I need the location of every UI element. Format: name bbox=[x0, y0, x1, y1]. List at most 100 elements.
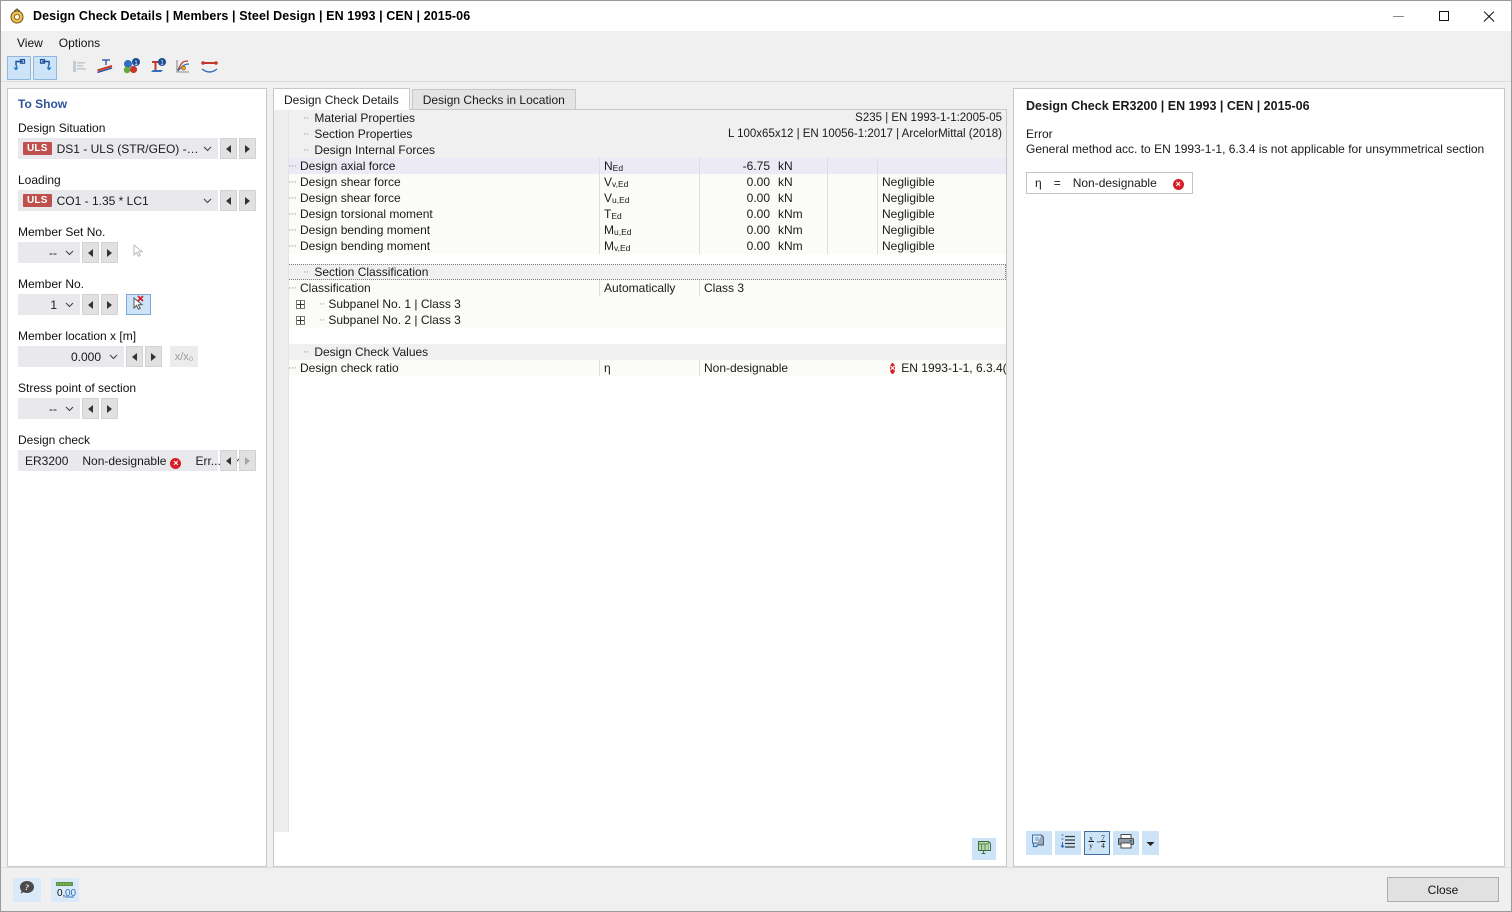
row-label: ··· Design check ratio bbox=[274, 360, 599, 376]
internal-forces-rows: ··· Design axial force N Ed -6.75 kN ··· De… bbox=[274, 158, 1006, 254]
tree-group-design-internal-forces[interactable]: ·· Design Internal Forces bbox=[274, 142, 1006, 158]
details-list-button[interactable] bbox=[67, 56, 91, 80]
expand-icon[interactable] bbox=[296, 299, 305, 309]
relative-location-toggle-button[interactable]: x/x₀ bbox=[170, 346, 198, 367]
help-button[interactable]: ? bbox=[13, 877, 41, 902]
tree-group-design-check-values[interactable]: ·· Design Check Values bbox=[274, 344, 1006, 360]
menu-options[interactable]: Options bbox=[51, 34, 108, 52]
material-properties-button[interactable]: 1 bbox=[119, 56, 143, 80]
table-row[interactable]: ··· Design bending moment Mu,Ed 0.00 kNm … bbox=[274, 222, 1006, 238]
row-label-text: Design bending moment bbox=[300, 223, 431, 237]
close-button[interactable]: Close bbox=[1387, 877, 1499, 902]
numbering-list-button[interactable] bbox=[1055, 831, 1081, 855]
table-row[interactable]: ··· Design axial force N Ed -6.75 kN bbox=[274, 158, 1006, 174]
classification-value: Class 3 bbox=[699, 280, 884, 296]
member-set-no-prev-button[interactable] bbox=[82, 242, 99, 263]
symbol-base: V bbox=[604, 191, 613, 205]
design-check-prev-button[interactable] bbox=[220, 450, 237, 471]
member-location-next-button[interactable] bbox=[145, 346, 162, 367]
member-set-pick-button[interactable] bbox=[126, 242, 151, 263]
arrow-right-icon bbox=[151, 352, 156, 361]
member-location-combo[interactable]: 0.000 bbox=[18, 346, 124, 367]
minimize-button[interactable] bbox=[1376, 1, 1421, 32]
loading-prev-button[interactable] bbox=[220, 190, 237, 211]
design-check-code: ER3200 bbox=[25, 453, 69, 468]
subpanel-row[interactable]: ·· Subpanel No. 1 | Class 3 bbox=[274, 296, 1006, 312]
table-row[interactable]: ··· Design bending moment Mv,Ed 0.00 kNm … bbox=[274, 238, 1006, 254]
print-preview-button[interactable] bbox=[972, 838, 996, 860]
symbol-subscript: Ed bbox=[612, 163, 624, 173]
stress-point-next-button[interactable] bbox=[101, 398, 118, 419]
row-symbol: Mu,Ed bbox=[599, 222, 699, 238]
design-check-combo[interactable]: ER3200 Non-designable × Err... bbox=[18, 450, 240, 471]
row-extra bbox=[827, 190, 877, 206]
expand-icon[interactable] bbox=[296, 315, 305, 325]
window-close-button[interactable] bbox=[1466, 1, 1511, 32]
section-dimensions-button[interactable] bbox=[93, 56, 117, 80]
member-set-no-combo[interactable]: -- bbox=[18, 242, 80, 263]
print-button[interactable] bbox=[1113, 831, 1139, 855]
row-unit: kN bbox=[778, 175, 793, 189]
row-unit: kNm bbox=[778, 239, 803, 253]
member-no-next-button[interactable] bbox=[101, 294, 118, 315]
member-no-value: 1 bbox=[50, 297, 57, 312]
loading-next-button[interactable] bbox=[239, 190, 256, 211]
chevron-down-icon[interactable] bbox=[199, 198, 215, 204]
group-label: Section Classification bbox=[314, 265, 429, 279]
stress-point-combo[interactable]: -- bbox=[18, 398, 80, 419]
table-row[interactable]: ··· Design shear force Vv,Ed 0.00 kN Negl… bbox=[274, 174, 1006, 190]
chevron-down-icon[interactable] bbox=[61, 302, 77, 308]
menu-view[interactable]: View bbox=[9, 34, 51, 52]
table-row[interactable]: ··· Design shear force Vu,Ed 0.00 kN Negl… bbox=[274, 190, 1006, 206]
stress-point-prev-button[interactable] bbox=[82, 398, 99, 419]
details-tree[interactable]: ·· Material Properties S235 | EN 1993-1-… bbox=[274, 110, 1006, 832]
member-location-prev-button[interactable] bbox=[126, 346, 143, 367]
subpanel-row[interactable]: ·· Subpanel No. 2 | Class 3 bbox=[274, 312, 1006, 328]
member-no-combo[interactable]: 1 bbox=[18, 294, 80, 315]
row-note: Negligible bbox=[877, 238, 1006, 254]
member-no-prev-button[interactable] bbox=[82, 294, 99, 315]
symbol-base: M bbox=[604, 223, 614, 237]
tree-group-material-properties[interactable]: ·· Material Properties S235 | EN 1993-1-… bbox=[274, 110, 1006, 126]
pick-cursor-icon bbox=[131, 243, 147, 262]
chevron-down-icon[interactable] bbox=[199, 146, 215, 152]
print-dropdown-button[interactable] bbox=[1142, 831, 1159, 855]
design-situation-next-button[interactable] bbox=[239, 138, 256, 159]
table-row[interactable]: ··· Design check ratio η Non-designable ×… bbox=[274, 360, 1006, 376]
table-row[interactable]: ··· Classification Automatically Class 3 bbox=[274, 280, 1006, 296]
navigate-back-button[interactable] bbox=[7, 55, 31, 80]
stress-diagram-button[interactable] bbox=[171, 56, 195, 80]
member-no-row: 1 bbox=[18, 294, 256, 315]
arrow-left-icon bbox=[88, 300, 93, 309]
tab-design-checks-in-location[interactable]: Design Checks in Location bbox=[411, 89, 576, 110]
stress-diagram-icon bbox=[174, 58, 193, 78]
tab-design-check-details[interactable]: Design Check Details bbox=[273, 88, 410, 110]
formula-display-button[interactable]: x y = 7 4 bbox=[1084, 831, 1110, 855]
design-situation-row: ULS DS1 - ULS (STR/GEO) - Perm... bbox=[18, 138, 256, 159]
navigate-forward-button[interactable] bbox=[33, 55, 57, 80]
maximize-button[interactable] bbox=[1421, 1, 1466, 32]
export-to-printout-button[interactable] bbox=[1026, 831, 1052, 855]
table-row[interactable]: ··· Design torsional moment T Ed 0.00 kNm … bbox=[274, 206, 1006, 222]
symbol-subscript: v,Ed bbox=[614, 243, 631, 253]
chevron-down-icon[interactable] bbox=[61, 406, 77, 412]
row-extra bbox=[827, 206, 877, 222]
window-title: Design Check Details | Members | Steel D… bbox=[33, 9, 471, 23]
stress-point-label: Stress point of section bbox=[18, 381, 137, 395]
design-check-next-button[interactable] bbox=[239, 450, 256, 471]
section-properties-button[interactable]: 1 bbox=[145, 56, 169, 80]
formula-display-icon: x y = 7 4 bbox=[1088, 833, 1106, 853]
chevron-down-icon[interactable] bbox=[61, 250, 77, 256]
member-no-pick-button[interactable] bbox=[126, 294, 151, 315]
design-situation-combo[interactable]: ULS DS1 - ULS (STR/GEO) - Perm... bbox=[18, 138, 218, 159]
group-label: Material Properties bbox=[314, 111, 416, 125]
tree-group-section-classification[interactable]: ·· Section Classification bbox=[274, 264, 1006, 280]
design-situation-prev-button[interactable] bbox=[220, 138, 237, 159]
loading-combo[interactable]: ULS CO1 - 1.35 * LC1 bbox=[18, 190, 218, 211]
tab-bar: Design Check Details Design Checks in Lo… bbox=[273, 88, 1007, 110]
result-diagram-button[interactable] bbox=[197, 56, 221, 80]
member-set-no-next-button[interactable] bbox=[101, 242, 118, 263]
decimal-places-button[interactable]: 0, 00 bbox=[51, 877, 79, 902]
tree-group-section-properties[interactable]: ·· Section Properties L 100x65x12 | EN 1… bbox=[274, 126, 1006, 142]
chevron-down-icon[interactable] bbox=[105, 354, 121, 360]
